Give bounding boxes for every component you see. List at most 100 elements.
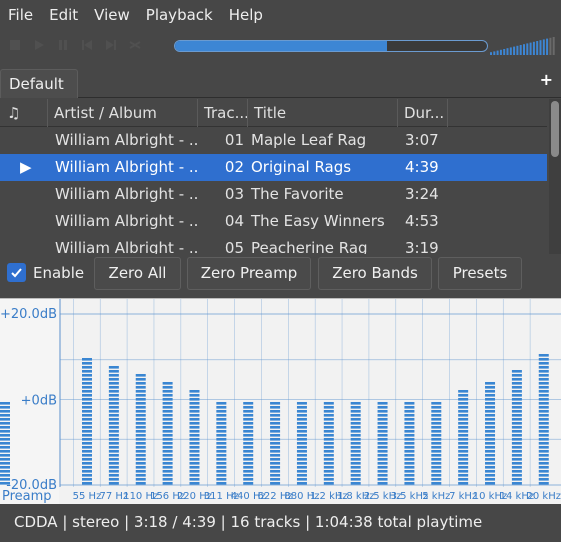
menu-view[interactable]: View xyxy=(86,0,138,30)
zero-preamp-button[interactable]: Zero Preamp xyxy=(187,257,311,290)
volume-slider[interactable] xyxy=(490,37,556,55)
band-bar-segment xyxy=(270,478,281,481)
band-bar-segment xyxy=(404,462,415,465)
playlist-row[interactable]: William Albright - ... 03 The Favorite 3:24 xyxy=(0,181,547,208)
band-bar-segment xyxy=(135,462,146,465)
pause-icon[interactable] xyxy=(56,38,70,52)
preamp-bar-segment xyxy=(0,474,10,477)
volume-step xyxy=(542,39,545,55)
band-bar-segment xyxy=(431,402,442,405)
play-icon[interactable] xyxy=(32,38,46,52)
band-bar-segment xyxy=(538,362,549,365)
band-bar-segment xyxy=(216,434,227,437)
band-bar-segment xyxy=(511,482,522,485)
row-duration: 4:39 xyxy=(405,158,439,176)
band-bar-segment xyxy=(404,442,415,445)
band-bar-segment xyxy=(189,474,200,477)
band-bar-segment xyxy=(189,442,200,445)
playlist-row[interactable]: William Albright - ... 01 Maple Leaf Rag 3:… xyxy=(0,127,547,154)
band-bar-segment xyxy=(296,426,307,429)
playlist-row[interactable]: William Albright - ... 04 The Easy Winners… xyxy=(0,208,547,235)
tab-default[interactable]: Default xyxy=(0,69,78,98)
band-bar-segment xyxy=(162,406,173,409)
stop-icon[interactable] xyxy=(8,38,22,52)
band-bar-segment xyxy=(511,430,522,433)
seek-slider[interactable] xyxy=(174,40,488,52)
playlist-view[interactable]: ♫ Artist / Album Trac... Title Dur... Wi… xyxy=(0,99,561,254)
band-bar-segment xyxy=(538,418,549,421)
column-title[interactable]: Title xyxy=(248,99,398,127)
band-bar-segment xyxy=(108,410,119,413)
playlist-row[interactable]: ▶ William Albright - ... 02 Original Rags 4:… xyxy=(0,154,547,181)
band-bar-segment xyxy=(135,434,146,437)
band-bar-segment xyxy=(431,462,442,465)
preamp-bar-segment xyxy=(0,466,10,469)
music-note-icon[interactable]: ♫ xyxy=(0,99,48,127)
band-bar-segment xyxy=(538,378,549,381)
band-bar-segment xyxy=(538,434,549,437)
band-bar-segment xyxy=(511,474,522,477)
band-bar-segment xyxy=(108,414,119,417)
band-bar-segment xyxy=(243,430,254,433)
enable-checkbox[interactable]: Enable xyxy=(7,263,84,282)
zero-bands-button[interactable]: Zero Bands xyxy=(318,257,432,290)
playlist-row[interactable]: William Albright - ... 05 Peacherine Rag 3:… xyxy=(0,235,547,254)
band-bar-segment xyxy=(458,446,469,449)
column-track[interactable]: Trac... xyxy=(198,99,248,127)
presets-button[interactable]: Presets xyxy=(438,257,522,290)
column-artist[interactable]: Artist / Album xyxy=(48,99,198,127)
band-bar-segment xyxy=(485,462,496,465)
playlist-scrollbar[interactable] xyxy=(549,99,561,254)
band-bar-segment xyxy=(270,402,281,405)
preamp-bar-segment xyxy=(0,446,10,449)
scroll-thumb[interactable] xyxy=(551,101,559,157)
zero-all-button[interactable]: Zero All xyxy=(94,257,181,290)
band-bar-segment xyxy=(82,418,92,421)
menu-playback[interactable]: Playback xyxy=(138,0,221,30)
band-bar-segment xyxy=(135,454,146,457)
playing-icon xyxy=(0,235,48,254)
band-bar-segment xyxy=(485,482,496,485)
band-bar-segment xyxy=(270,418,281,421)
band-bar-segment xyxy=(82,366,92,369)
column-duration[interactable]: Dur... xyxy=(398,99,448,127)
band-bar-segment xyxy=(135,398,146,401)
band-bar-segment xyxy=(135,422,146,425)
playing-icon xyxy=(0,208,48,235)
next-icon[interactable] xyxy=(104,38,118,52)
band-bar-segment xyxy=(538,458,549,461)
band-bar-segment xyxy=(189,466,200,469)
band-bar-segment xyxy=(189,402,200,405)
band-bar-segment xyxy=(485,430,496,433)
random-icon[interactable] xyxy=(128,38,142,52)
band-bar-segment xyxy=(216,410,227,413)
band-bar-segment xyxy=(458,466,469,469)
band-bar-segment xyxy=(538,474,549,477)
band-bar-segment xyxy=(485,454,496,457)
row-title: The Easy Winners xyxy=(251,212,385,230)
band-bar-segment xyxy=(82,426,92,429)
band-bar-segment xyxy=(350,426,361,429)
band-bar-segment xyxy=(511,382,522,385)
band-bar-segment xyxy=(485,414,496,417)
band-bar-segment xyxy=(377,426,388,429)
band-bar-segment xyxy=(135,382,146,385)
equalizer-graph[interactable]: 55 Hz77 Hz110 Hz156 Hz220 Hz311 Hz440 Hz… xyxy=(0,299,561,505)
band-bar-segment xyxy=(350,478,361,481)
checkmark-icon[interactable] xyxy=(7,263,26,282)
band-bar-segment xyxy=(404,478,415,481)
band-bar-segment xyxy=(485,442,496,445)
band-bar-segment xyxy=(404,458,415,461)
row-artist: William Albright - ... xyxy=(55,185,198,203)
band-bar-segment xyxy=(189,470,200,473)
band-bar-segment xyxy=(82,422,92,425)
band-bar-segment xyxy=(323,426,334,429)
band-bar-segment xyxy=(270,426,281,429)
menu-file[interactable]: File xyxy=(0,0,41,30)
menu-help[interactable]: Help xyxy=(221,0,271,30)
band-bar-segment xyxy=(458,398,469,401)
add-tab-icon[interactable]: + xyxy=(540,70,553,89)
previous-icon[interactable] xyxy=(80,38,94,52)
band-bar-segment xyxy=(511,406,522,409)
menu-edit[interactable]: Edit xyxy=(41,0,86,30)
